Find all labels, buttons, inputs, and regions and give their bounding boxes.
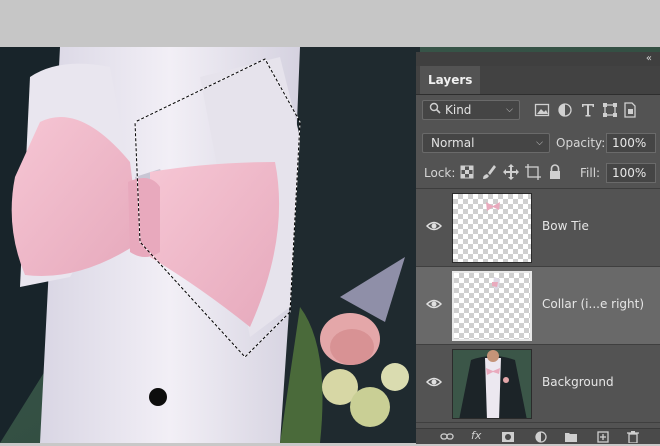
layer-row-bow-tie[interactable]: Bow Tie — [416, 189, 660, 267]
adjustment-filter-icon[interactable] — [557, 102, 573, 118]
visibility-eye-icon[interactable] — [425, 375, 443, 389]
blend-mode-select[interactable]: Normal ⌵ — [422, 133, 550, 153]
lock-all-icon[interactable] — [546, 163, 564, 181]
fx-icon[interactable]: fx — [471, 429, 485, 443]
opacity-input[interactable]: 100% — [606, 133, 656, 153]
chevron-down-icon: ⌵ — [506, 105, 513, 115]
type-filter-icon[interactable] — [580, 102, 596, 118]
layer-name[interactable]: Bow Tie — [542, 219, 589, 233]
fill-input[interactable]: 100% — [606, 163, 656, 183]
layers-bottom-toolbar: fx — [416, 428, 660, 444]
visibility-eye-icon[interactable] — [425, 219, 443, 233]
blend-row: Normal ⌵ Opacity: 100% — [416, 128, 660, 158]
chevron-down-icon: ⌵ — [536, 138, 543, 148]
app-top-area — [0, 0, 660, 47]
layer-name[interactable]: Background — [542, 375, 614, 389]
smart-object-filter-icon[interactable] — [622, 102, 638, 118]
layer-thumbnail[interactable] — [452, 193, 532, 263]
lock-image-pixels-icon[interactable] — [480, 163, 498, 181]
lock-artboard-icon[interactable] — [524, 163, 542, 181]
layer-kind-filter-select[interactable]: Kind ⌵ — [422, 100, 520, 120]
background-thumbnail-image — [453, 350, 531, 418]
layer-name[interactable]: Collar (i...e right) — [542, 297, 644, 311]
lock-transparent-pixels-icon[interactable] — [458, 163, 476, 181]
layer-row-background[interactable]: Background — [416, 345, 660, 423]
shape-filter-icon[interactable] — [602, 102, 618, 118]
blend-mode-value: Normal — [431, 136, 475, 150]
layer-thumbnail[interactable] — [452, 271, 532, 341]
layers-list: Bow Tie Collar (i...e right) Background — [416, 188, 660, 429]
filter-row: Kind ⌵ — [416, 95, 660, 125]
search-icon — [429, 101, 441, 120]
layer-thumbnail[interactable] — [452, 349, 532, 419]
image-filter-icon[interactable] — [534, 102, 550, 118]
opacity-label: Opacity: — [556, 136, 606, 150]
lock-position-icon[interactable] — [502, 163, 520, 181]
fill-label: Fill: — [580, 166, 601, 180]
collapse-panel-button[interactable]: « — [646, 52, 652, 66]
lock-label: Lock: — [424, 166, 456, 180]
panel-tab-bar: Layers — [416, 66, 660, 95]
layers-panel: « Layers Kind ⌵ Normal ⌵ Opacity: 100% L… — [416, 52, 660, 444]
lock-row: Lock: Fill: 100% — [416, 158, 660, 188]
visibility-eye-icon[interactable] — [425, 297, 443, 311]
tab-layers[interactable]: Layers — [420, 66, 481, 94]
layer-row-collar[interactable]: Collar (i...e right) — [416, 267, 660, 345]
panel-collapse-bar: « — [416, 52, 660, 66]
kind-label: Kind — [445, 103, 472, 117]
